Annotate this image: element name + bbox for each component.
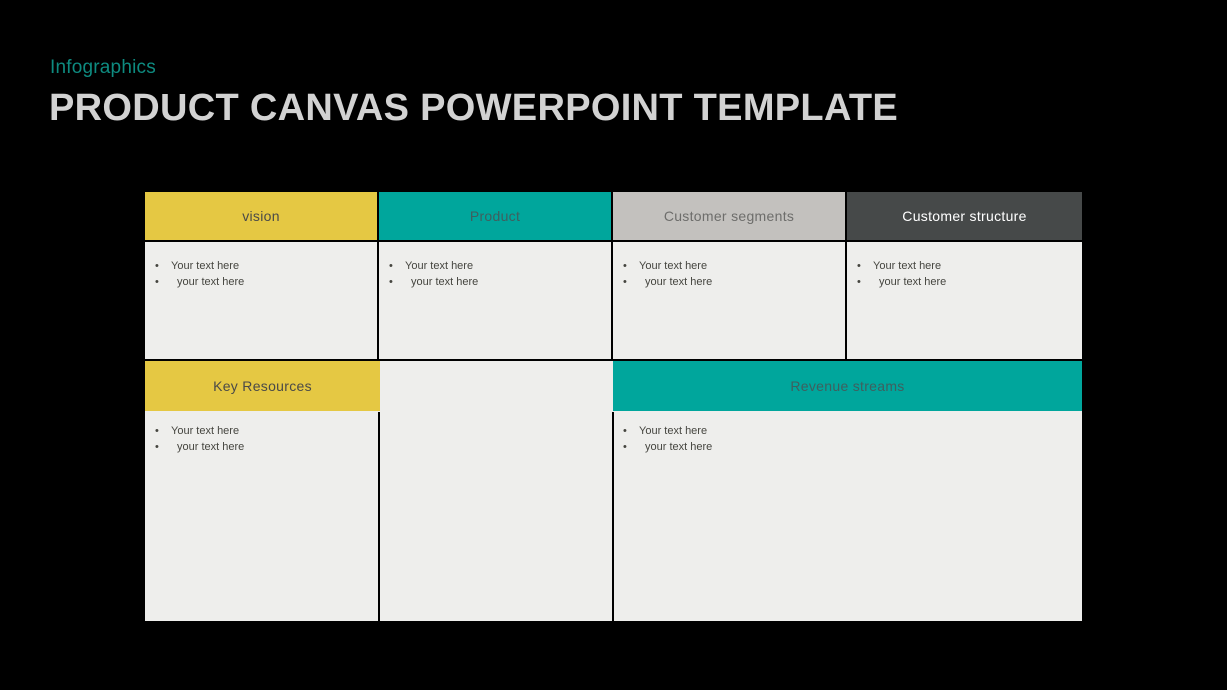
bullet-list: • Your text here • your text here <box>155 424 244 455</box>
bullet-dot-icon: • <box>623 276 627 288</box>
cell-body-vision: • Your text here • your text here <box>145 242 377 359</box>
bullet-dot-icon: • <box>155 260 159 272</box>
cell-header-customer-structure: Customer structure <box>847 192 1082 240</box>
cell-header-product: Product <box>379 192 611 240</box>
bullet-text: Your text here <box>639 260 708 272</box>
column-divider <box>378 412 380 621</box>
cell-header-key-resources[interactable]: Key Resources <box>145 361 380 411</box>
slide-canvas: Infographics PRODUCT CANVAS POWERPOINT T… <box>0 0 1227 690</box>
bullet-list: • Your text here • your text here <box>623 259 845 290</box>
cell-header-customer-segments: Customer segments <box>613 192 845 240</box>
cell-body-key-resources: • Your text here • your text here <box>155 424 244 456</box>
cell-body-revenue-streams: • Your text here • your text here <box>623 424 712 456</box>
bullet-list: • Your text here • your text here <box>623 424 712 455</box>
bullet-dot-icon: • <box>155 276 159 288</box>
canvas-cell-customer-structure[interactable]: Customer structure • Your text here • yo… <box>847 192 1082 359</box>
bullet-dot-icon: • <box>623 441 627 453</box>
bullet-text: your text here <box>177 276 245 288</box>
bullet-dot-icon: • <box>389 260 393 272</box>
list-item: • your text here <box>389 275 611 290</box>
bullet-dot-icon: • <box>155 425 159 437</box>
bullet-dot-icon: • <box>623 260 627 272</box>
bullet-list: • Your text here • your text here <box>389 259 611 290</box>
canvas-cell-customer-segments[interactable]: Customer segments • Your text here • you… <box>613 192 845 359</box>
list-item: • Your text here <box>155 424 244 439</box>
bullet-text: Your text here <box>405 260 474 272</box>
cell-header-vision: vision <box>145 192 377 240</box>
list-item: • Your text here <box>857 259 1082 274</box>
bullet-text: Your text here <box>873 260 942 272</box>
canvas-top-row: vision • Your text here • your text here <box>145 192 1082 359</box>
canvas-cell-product[interactable]: Product • Your text here • your text her… <box>379 192 611 359</box>
bullet-text: your text here <box>645 441 713 453</box>
list-item: • your text here <box>623 275 845 290</box>
product-canvas-grid: vision • Your text here • your text here <box>145 192 1082 621</box>
list-item: • your text here <box>857 275 1082 290</box>
list-item: • your text here <box>155 440 244 455</box>
cell-body-customer-structure: • Your text here • your text here <box>847 242 1082 359</box>
bullet-text: your text here <box>879 276 947 288</box>
bullet-dot-icon: • <box>155 441 159 453</box>
bullet-text: Your text here <box>171 260 240 272</box>
bullet-text: Your text here <box>639 425 708 437</box>
list-item: • Your text here <box>155 259 377 274</box>
canvas-bottom-row: Key Resources Revenue streams • Your tex… <box>145 361 1082 621</box>
list-item: • Your text here <box>389 259 611 274</box>
bullet-text: your text here <box>645 276 713 288</box>
bullet-text: your text here <box>411 276 479 288</box>
bullet-dot-icon: • <box>389 276 393 288</box>
cell-body-customer-segments: • Your text here • your text here <box>613 242 845 359</box>
page-title: PRODUCT CANVAS POWERPOINT TEMPLATE <box>49 87 899 129</box>
bullet-dot-icon: • <box>857 260 861 272</box>
cell-header-revenue-streams[interactable]: Revenue streams <box>613 361 1082 411</box>
bullet-dot-icon: • <box>623 425 627 437</box>
column-divider <box>612 412 614 621</box>
bullet-text: your text here <box>177 441 245 453</box>
list-item: • Your text here <box>623 259 845 274</box>
bullet-list: • Your text here • your text here <box>857 259 1082 290</box>
list-item: • your text here <box>155 275 377 290</box>
canvas-cell-vision[interactable]: vision • Your text here • your text here <box>145 192 377 359</box>
bullet-dot-icon: • <box>857 276 861 288</box>
list-item: • your text here <box>623 440 712 455</box>
slide-eyebrow-label: Infographics <box>50 57 156 78</box>
cell-header-blank[interactable] <box>380 361 613 411</box>
list-item: • Your text here <box>623 424 712 439</box>
cell-body-product: • Your text here • your text here <box>379 242 611 359</box>
bullet-list: • Your text here • your text here <box>155 259 377 290</box>
bullet-text: Your text here <box>171 425 240 437</box>
